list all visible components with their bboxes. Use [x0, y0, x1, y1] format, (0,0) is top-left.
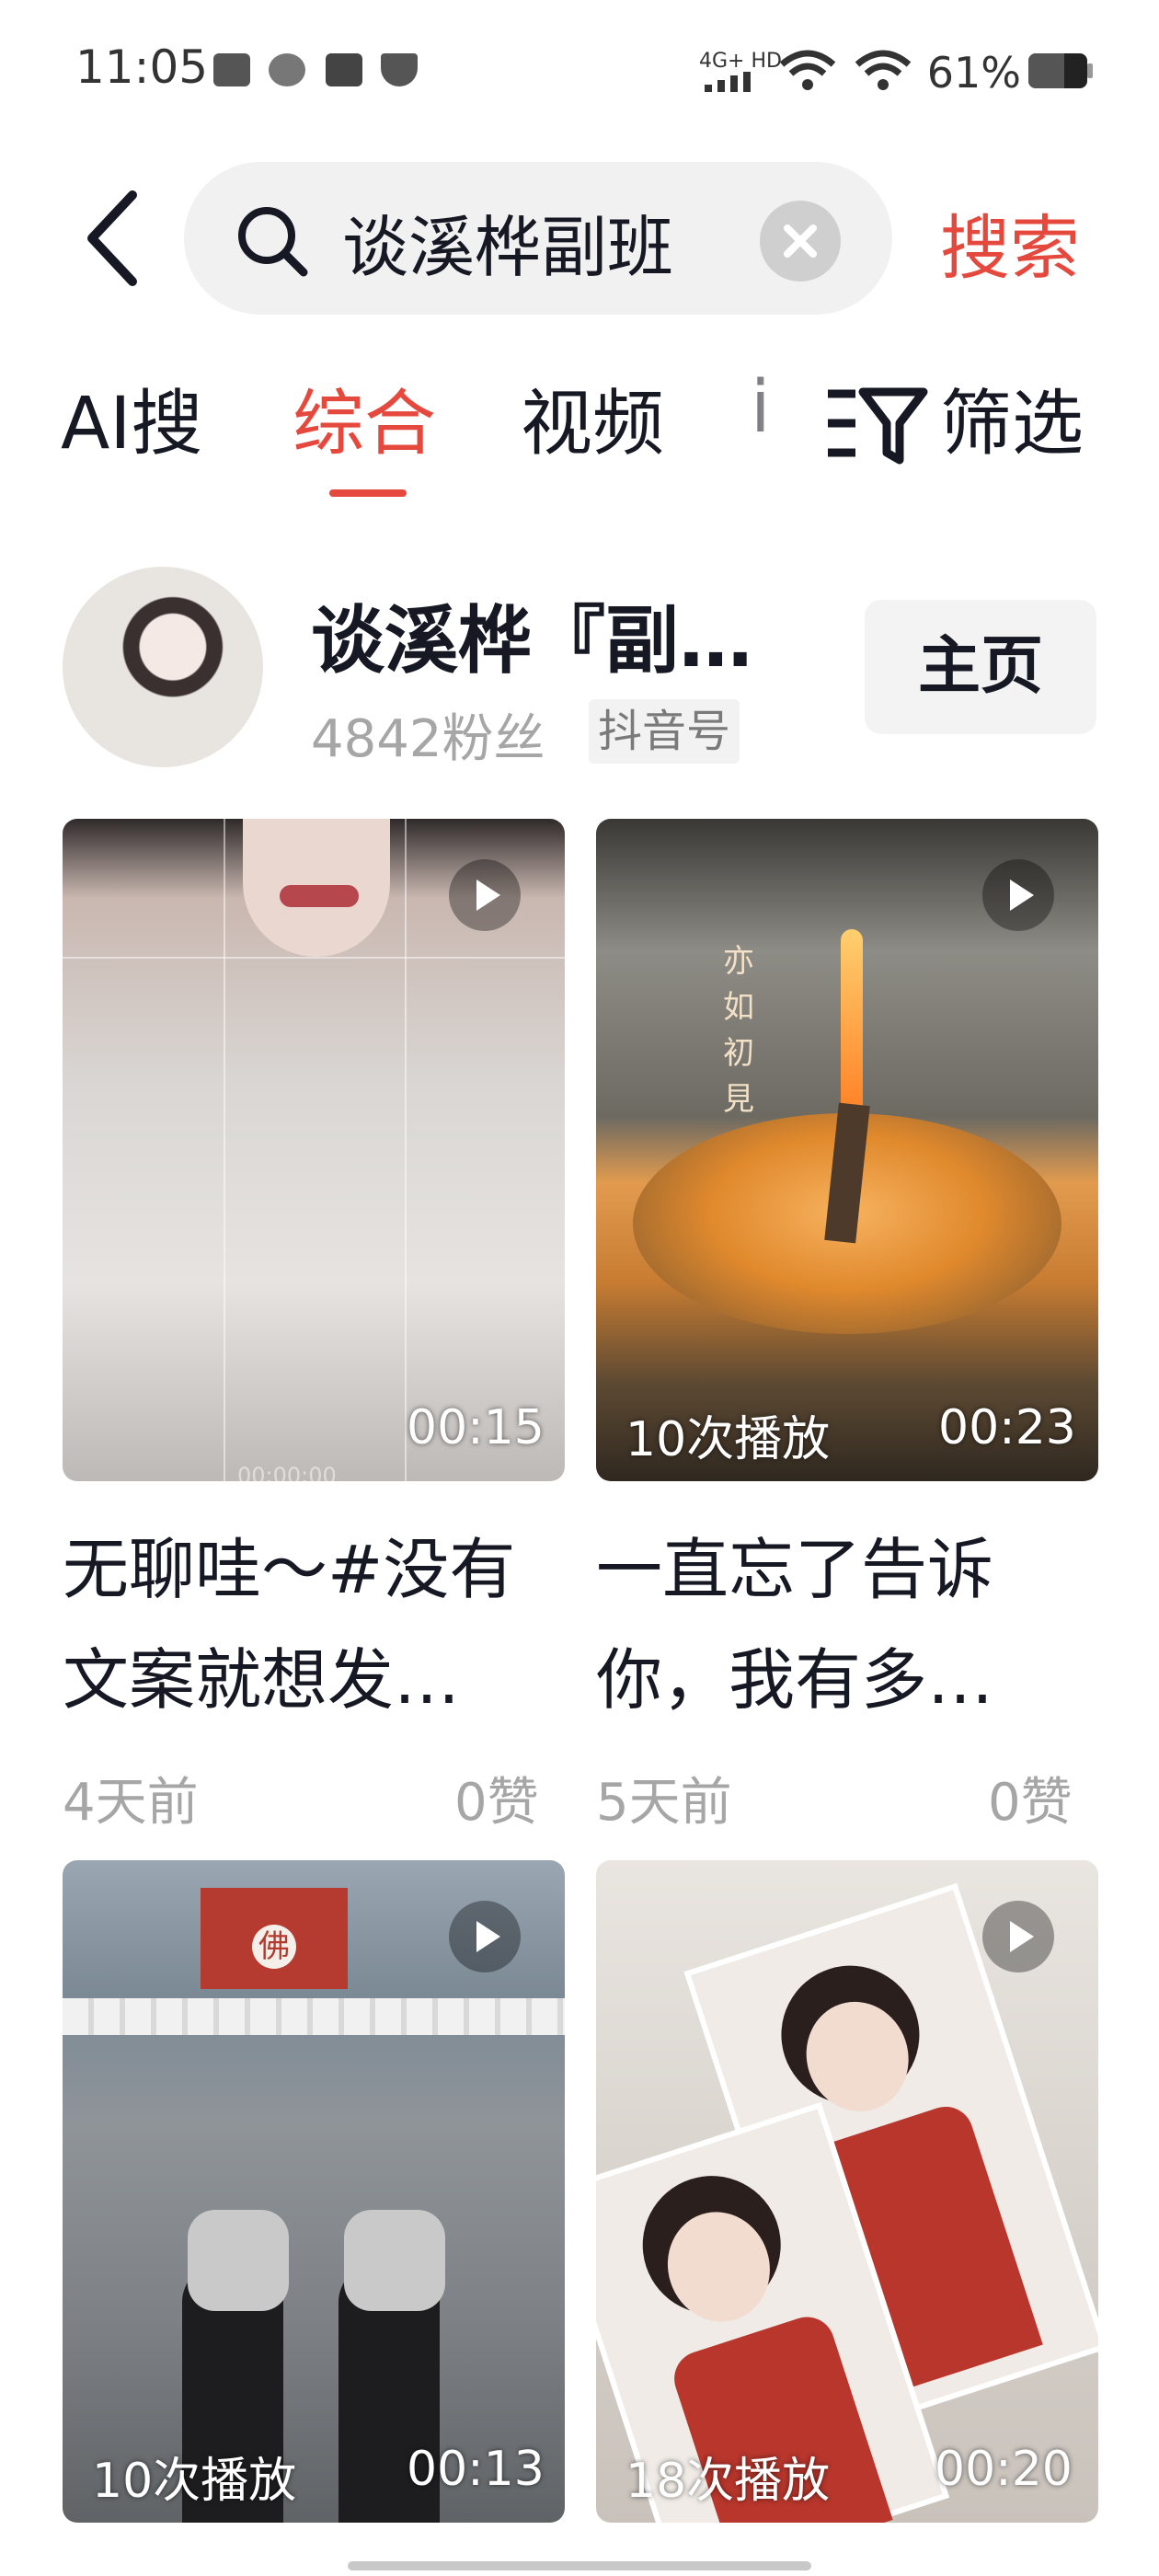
- shield-icon: [381, 53, 418, 86]
- video-thumbnail[interactable]: 18次播放 00:20: [596, 1860, 1098, 2523]
- tab-ai-search[interactable]: AI搜: [61, 366, 202, 469]
- grid-line: [224, 819, 225, 1481]
- douyin-id-tag: 抖音号: [589, 699, 740, 764]
- network-type: 4G+ HD: [699, 50, 782, 73]
- video-thumbnail[interactable]: 亦如初見 10次播放 00:23: [596, 819, 1098, 1481]
- video-caption[interactable]: 一直忘了告诉 你，我有多…: [596, 1514, 1093, 1735]
- wifi-icon-1: [778, 48, 837, 92]
- home-indicator[interactable]: [348, 2561, 811, 2570]
- user-name[interactable]: 谈溪桦『副…: [311, 581, 752, 688]
- thumbnail-watermark: 00:00:00: [237, 1463, 337, 1481]
- wifi-icon-2: [854, 48, 912, 92]
- grid-line: [63, 957, 565, 959]
- video-duration: 00:23: [938, 1400, 1076, 1455]
- video-thumbnail[interactable]: 佛 10次播放 00:13: [63, 1860, 565, 2523]
- thumbnail-gate: 佛: [201, 1888, 348, 1989]
- video-duration: 00:20: [935, 2442, 1073, 2497]
- tab-video[interactable]: 视频: [521, 366, 664, 469]
- tab-comprehensive[interactable]: 综合: [293, 366, 436, 469]
- play-icon: [982, 859, 1054, 931]
- thumbnail-wall: [63, 1998, 565, 2035]
- video-likes: 0赞: [454, 1773, 539, 1833]
- video-duration: 00:13: [407, 2442, 545, 2497]
- status-bar: 11:05 4G+ HD 61%: [0, 0, 1159, 147]
- wechat-icon: [269, 53, 305, 86]
- thumbnail-lips: [280, 885, 359, 907]
- video-play-count: 18次播放: [625, 2454, 831, 2509]
- message-icon: [326, 53, 362, 86]
- video-thumbnail[interactable]: 00:00:00 00:15: [63, 819, 565, 1481]
- signal-icon: [705, 72, 756, 92]
- filter-button[interactable]: 筛选: [940, 366, 1084, 469]
- battery-percent: 61%: [926, 48, 1021, 98]
- video-time-ago: 5天前: [596, 1773, 732, 1833]
- search-button[interactable]: 搜索: [940, 191, 1080, 293]
- home-page-button[interactable]: 主页: [865, 600, 1096, 734]
- thumbnail-caption-text: 亦如初見: [723, 943, 754, 1118]
- play-icon: [982, 1901, 1054, 1972]
- search-input[interactable]: 谈溪桦副班: [342, 193, 673, 290]
- search-icon: [234, 202, 311, 280]
- video-time-ago: 4天前: [63, 1773, 199, 1833]
- gate-sign: 佛: [252, 1925, 296, 1969]
- close-icon: [784, 224, 817, 258]
- status-time: 11:05: [75, 40, 209, 94]
- play-icon: [449, 859, 521, 931]
- video-duration: 00:15: [407, 1400, 545, 1455]
- video-play-count: 10次播放: [625, 1412, 831, 1467]
- fan-count: 4842粉丝: [311, 709, 545, 769]
- toutiao-icon: [213, 53, 250, 86]
- thumbnail-shoe-left: [188, 2210, 289, 2311]
- video-caption[interactable]: 无聊哇～#没有 文案就想发…: [63, 1514, 559, 1735]
- thumbnail-flame: [841, 929, 863, 1132]
- thumbnail-shoe-right: [344, 2210, 445, 2311]
- video-play-count: 10次播放: [92, 2454, 297, 2509]
- active-tab-indicator: [329, 489, 407, 497]
- back-button[interactable]: [68, 188, 169, 289]
- battery-icon: [1028, 53, 1093, 88]
- play-icon: [449, 1901, 521, 1972]
- clear-search-button[interactable]: [760, 201, 841, 282]
- grid-line: [405, 819, 407, 1481]
- avatar[interactable]: [63, 567, 263, 767]
- filter-icon[interactable]: [826, 379, 929, 467]
- video-likes: 0赞: [988, 1773, 1073, 1833]
